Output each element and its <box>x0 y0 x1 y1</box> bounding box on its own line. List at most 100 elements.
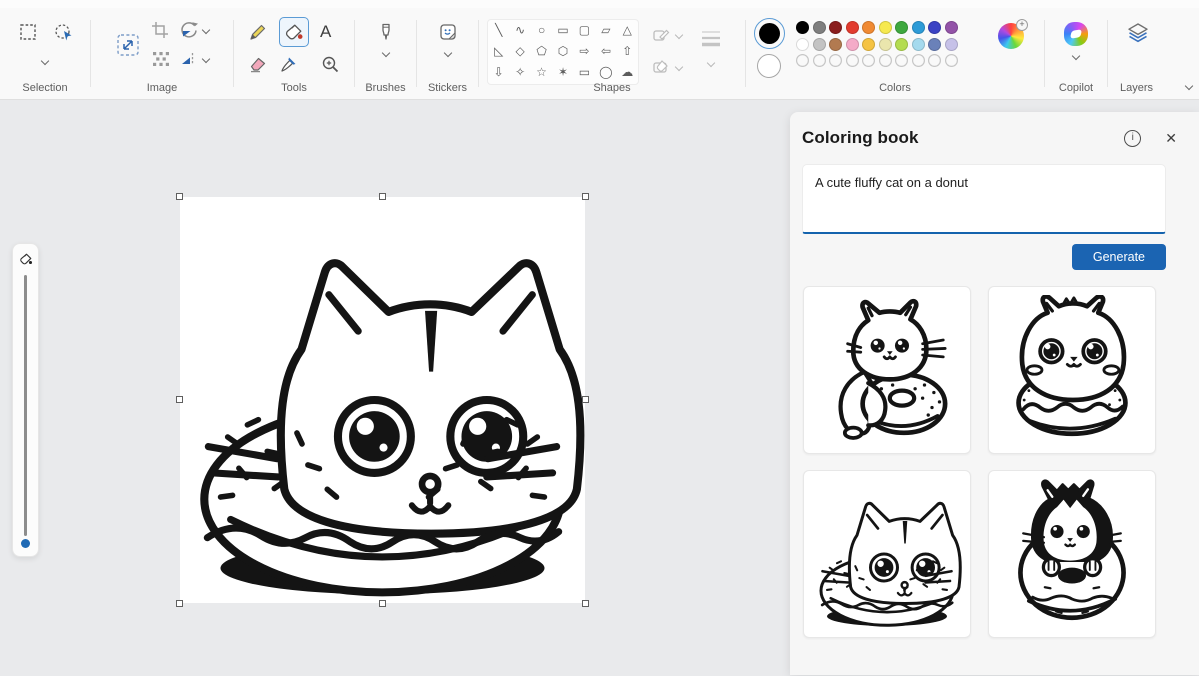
color-swatch-2d9bd7[interactable] <box>911 21 925 34</box>
canvas-selected-image[interactable] <box>176 193 589 607</box>
edit-colors-button[interactable]: + <box>998 19 1028 49</box>
color-swatch-empty[interactable] <box>813 54 826 67</box>
color-swatch-8a1d1d[interactable] <box>829 21 842 34</box>
rectangle-select-icon[interactable] <box>18 22 38 42</box>
color-swatch-empty[interactable] <box>895 54 908 67</box>
pencil-tool-icon[interactable] <box>248 22 268 42</box>
color-swatch-empty[interactable] <box>928 54 941 67</box>
magnifier-tool-icon[interactable] <box>320 54 340 74</box>
shape-hexagon-icon[interactable]: ⬡ <box>552 41 573 62</box>
stickers-icon[interactable] <box>438 22 458 42</box>
color-swatch-empty[interactable] <box>829 54 842 67</box>
color-swatch-empty[interactable] <box>879 54 892 67</box>
color-swatch-empty[interactable] <box>846 54 859 67</box>
eyedropper-tool-icon[interactable] <box>279 54 299 74</box>
selection-handle-ne[interactable] <box>582 193 589 200</box>
line-size-chevron-icon[interactable] <box>706 58 716 68</box>
layers-icon[interactable] <box>1126 21 1150 45</box>
color-swatch-empty[interactable] <box>945 54 958 67</box>
selection-handle-se[interactable] <box>582 600 589 607</box>
shape-outline-chevron-icon[interactable] <box>674 30 684 40</box>
selection-handle-s[interactable] <box>378 600 386 607</box>
generate-button[interactable]: Generate <box>1071 244 1166 270</box>
color-swatch-empty[interactable] <box>912 54 925 67</box>
color-swatch-f08a33[interactable] <box>862 21 875 34</box>
shape-callout-oval-icon[interactable]: ◯ <box>595 62 616 83</box>
background-color-selector[interactable] <box>757 54 781 78</box>
shape-arrow-down-icon[interactable]: ⇩ <box>488 62 509 83</box>
result-thumbnail-2[interactable] <box>988 286 1156 454</box>
shape-fill-chevron-icon[interactable] <box>674 62 684 72</box>
resize-image-icon[interactable] <box>115 32 141 58</box>
shape-line-icon[interactable]: ╲ <box>488 20 509 41</box>
shape-arrow-left-icon[interactable]: ⇦ <box>595 41 616 62</box>
shape-outline-icon[interactable] <box>651 25 671 45</box>
free-form-select-icon[interactable] <box>53 22 73 42</box>
fill-tool-selected[interactable] <box>279 17 309 47</box>
shape-triangle-icon[interactable]: △ <box>617 20 638 41</box>
fill-bucket-icon[interactable] <box>284 22 304 42</box>
result-thumbnail-4[interactable] <box>988 470 1156 638</box>
color-swatch-c3c3c3[interactable] <box>812 37 826 51</box>
rotate-icon[interactable] <box>179 20 199 40</box>
shape-callout-rect-icon[interactable]: ▭ <box>574 62 595 83</box>
color-swatch-b27a50[interactable] <box>829 37 842 51</box>
shape-fill-icon[interactable] <box>651 57 671 77</box>
shape-arrow-right-icon[interactable]: ⇨ <box>574 41 595 62</box>
color-swatch-f5c343[interactable] <box>862 37 875 51</box>
selection-handle-n[interactable] <box>378 193 386 200</box>
shape-star-four-icon[interactable]: ✧ <box>509 62 530 83</box>
shape-callout-cloud-icon[interactable]: ☁ <box>617 62 638 83</box>
rotate-dropdown-chevron-icon[interactable] <box>201 25 211 35</box>
color-swatch-f6e94f[interactable] <box>878 21 892 34</box>
color-swatch-b4dc50[interactable] <box>895 37 908 51</box>
color-swatch-e23b2e[interactable] <box>845 21 859 34</box>
result-thumbnail-1[interactable] <box>803 286 971 454</box>
color-swatch-c6c1e8[interactable] <box>944 37 958 51</box>
color-swatch-empty[interactable] <box>862 54 875 67</box>
shape-diamond-icon[interactable]: ◇ <box>509 41 530 62</box>
color-swatch-6a81b9[interactable] <box>928 37 941 51</box>
shape-rounded-rectangle-icon[interactable]: ▢ <box>574 20 595 41</box>
color-swatch-000000[interactable] <box>796 21 809 34</box>
shape-star-five-icon[interactable]: ☆ <box>531 62 552 83</box>
shape-rectangle-icon[interactable]: ▭ <box>552 20 573 41</box>
color-swatch-7e7e7e[interactable] <box>812 21 826 34</box>
stickers-dropdown-chevron-icon[interactable] <box>443 48 452 58</box>
info-icon[interactable]: i <box>1124 129 1142 147</box>
color-swatch-ffffff[interactable] <box>796 37 809 51</box>
color-swatch-eae6ad[interactable] <box>878 37 892 51</box>
eraser-tool-icon[interactable] <box>248 54 268 74</box>
remove-background-icon[interactable] <box>150 49 170 69</box>
close-icon[interactable]: ✕ <box>1165 130 1177 147</box>
selection-handle-nw[interactable] <box>176 193 183 200</box>
shape-polygon-icon[interactable]: ▱ <box>595 20 616 41</box>
brushes-icon[interactable] <box>376 22 396 42</box>
shape-oval-icon[interactable]: ○ <box>531 20 552 41</box>
shape-right-triangle-icon[interactable]: ◺ <box>488 41 509 62</box>
copilot-icon[interactable] <box>1064 22 1088 46</box>
shape-arrow-up-icon[interactable]: ⇧ <box>617 41 638 62</box>
selection-dropdown-chevron-icon[interactable] <box>40 56 50 66</box>
color-swatch-a5daee[interactable] <box>911 37 925 51</box>
size-slider-track[interactable] <box>24 275 27 536</box>
shape-pentagon-icon[interactable]: ⬠ <box>531 41 552 62</box>
text-tool-icon[interactable]: A <box>320 22 340 42</box>
size-slider-thumb[interactable] <box>21 539 30 548</box>
brushes-dropdown-chevron-icon[interactable] <box>381 48 390 58</box>
color-swatch-f4abc8[interactable] <box>845 37 859 51</box>
color-swatch-empty[interactable] <box>796 54 809 67</box>
selection-handle-w[interactable] <box>176 396 183 403</box>
copilot-dropdown-chevron-icon[interactable] <box>1071 51 1081 61</box>
color-swatch-3ea83e[interactable] <box>895 21 908 34</box>
flip-dropdown-chevron-icon[interactable] <box>201 54 211 64</box>
shape-curve-icon[interactable]: ∿ <box>509 20 530 41</box>
shape-star-six-icon[interactable]: ✶ <box>552 62 573 83</box>
line-size-icon[interactable] <box>698 25 724 51</box>
crop-icon[interactable] <box>150 20 170 40</box>
prompt-input[interactable]: A cute fluffy cat on a donut <box>803 165 1165 232</box>
selection-handle-sw[interactable] <box>176 600 183 607</box>
result-thumbnail-3[interactable] <box>803 470 971 638</box>
color-swatch-9353a8[interactable] <box>944 21 958 34</box>
selection-handle-e[interactable] <box>582 396 589 403</box>
